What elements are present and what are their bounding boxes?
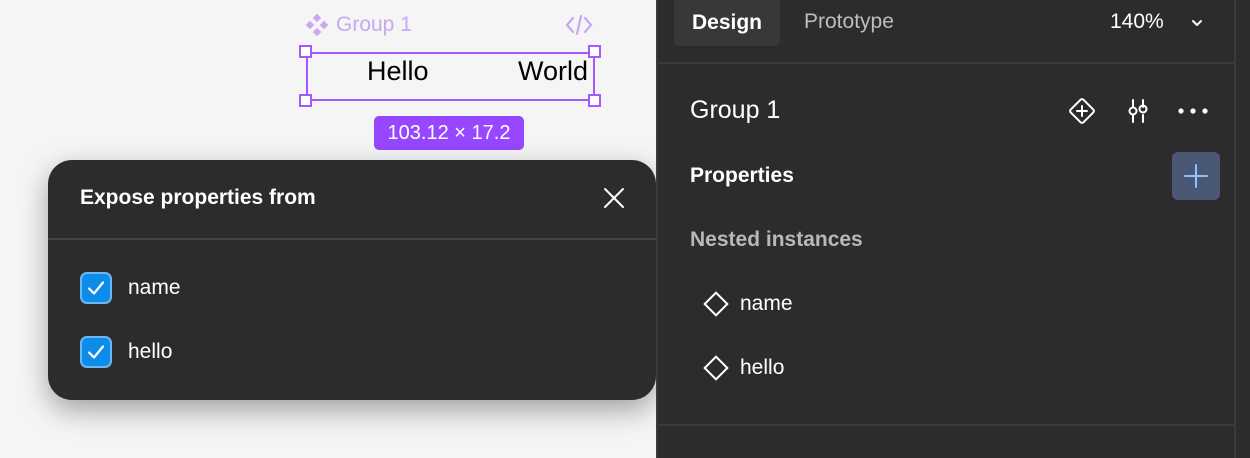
adjust-icon[interactable] — [1124, 97, 1152, 125]
close-button[interactable] — [598, 182, 630, 214]
popover-divider — [48, 238, 656, 240]
resize-handle-bottom-right[interactable] — [588, 94, 601, 107]
panel-divider — [658, 424, 1236, 426]
canvas-text-hello[interactable]: Hello — [367, 56, 429, 87]
expose-item-hello[interactable]: hello — [80, 336, 172, 368]
dimensions-badge: 103.12 × 17.2 — [374, 116, 524, 150]
group-label-text: Group 1 — [336, 13, 412, 36]
expose-item-label: hello — [128, 340, 173, 363]
check-icon — [87, 281, 105, 295]
nested-instance-name[interactable]: name — [702, 290, 793, 318]
nested-instances-label: Nested instances — [690, 228, 863, 251]
chevron-down-icon[interactable] — [1190, 16, 1204, 30]
popover-title: Expose properties from — [80, 186, 316, 209]
tab-prototype[interactable]: Prototype — [804, 10, 894, 34]
checkbox-name[interactable] — [80, 272, 112, 304]
expose-item-name[interactable]: name — [80, 272, 181, 304]
properties-panel: Design Prototype 140% Group 1 Properties… — [656, 0, 1236, 458]
plus-icon — [1184, 164, 1208, 188]
nested-instance-label: hello — [740, 356, 785, 379]
group-label[interactable]: Group 1 — [306, 12, 412, 38]
panel-scrollbar[interactable] — [1234, 0, 1250, 458]
component-set-icon — [306, 14, 328, 36]
add-property-button[interactable] — [1172, 152, 1220, 200]
panel-title: Group 1 — [690, 96, 781, 124]
tab-design[interactable]: Design — [674, 0, 780, 46]
nested-instance-label: name — [740, 292, 793, 315]
create-component-icon[interactable] — [1068, 97, 1096, 125]
check-icon — [87, 345, 105, 359]
resize-handle-bottom-left[interactable] — [299, 94, 312, 107]
code-icon[interactable] — [564, 12, 594, 38]
expose-item-label: name — [128, 276, 181, 299]
canvas-text-world[interactable]: World — [518, 56, 588, 87]
nested-instance-hello[interactable]: hello — [702, 354, 784, 382]
properties-label: Properties — [690, 164, 794, 187]
zoom-level[interactable]: 140% — [1110, 10, 1164, 34]
panel-divider — [658, 62, 1236, 64]
instance-icon — [703, 355, 729, 381]
resize-handle-top-right[interactable] — [588, 45, 601, 58]
expose-properties-popover: Expose properties from name hello — [48, 160, 656, 400]
instance-icon — [703, 291, 729, 317]
more-icon[interactable] — [1176, 97, 1210, 125]
close-icon — [604, 188, 624, 208]
resize-handle-top-left[interactable] — [299, 45, 312, 58]
checkbox-hello[interactable] — [80, 336, 112, 368]
